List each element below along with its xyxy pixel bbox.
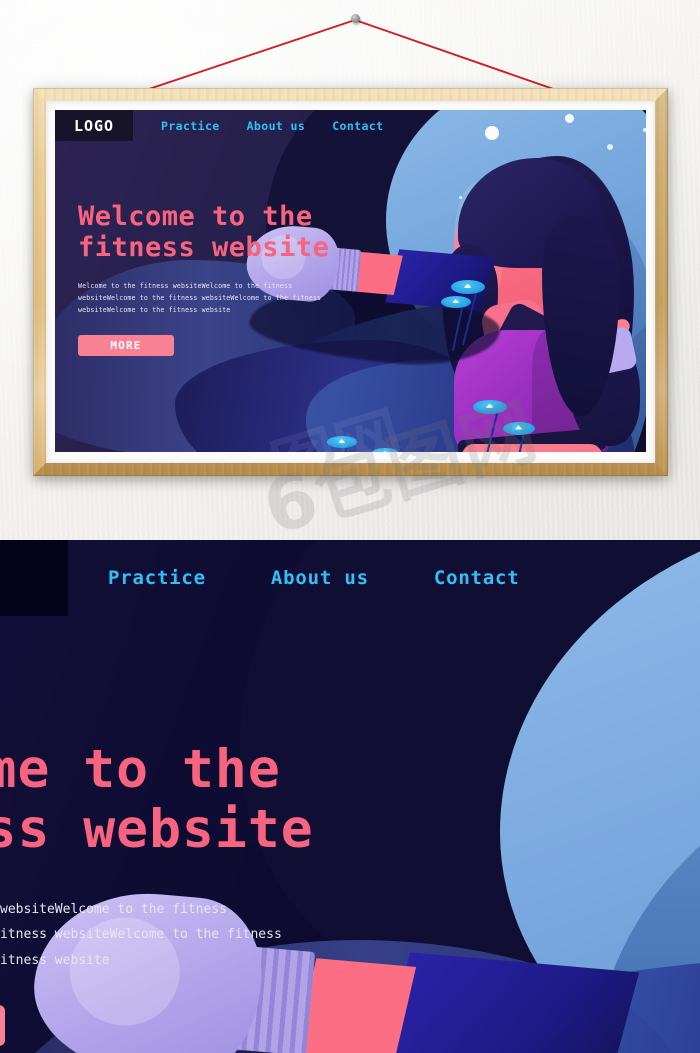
lilypad	[371, 448, 399, 452]
bubble-dot	[565, 114, 574, 123]
framed-banner-artwork: 包图网 LOGO Practice About us Contact Welco…	[55, 110, 646, 452]
lower-logo-badge[interactable]	[0, 540, 68, 616]
lower-nav-links: Practice About us Contact	[108, 540, 520, 616]
lower-hero-heading-line-1: Welcome to the	[0, 739, 281, 800]
lower-nav-link-contact[interactable]: Contact	[434, 567, 520, 589]
lower-nav-link-about-us[interactable]: About us	[271, 567, 369, 589]
hero-paragraph: Welcome to the fitness websiteWelcome to…	[78, 282, 322, 315]
lower-more-button[interactable]: MORE	[0, 1004, 5, 1046]
hero-heading-line-2: fitness website	[78, 231, 330, 263]
lilypad	[451, 280, 485, 294]
lower-nav-link-practice[interactable]: Practice	[108, 567, 206, 589]
lilypad	[503, 422, 535, 435]
logo-badge[interactable]: LOGO	[55, 110, 133, 141]
lilypad	[473, 400, 507, 414]
banner-navbar: LOGO Practice About us Contact	[55, 110, 383, 141]
wall-nail-icon	[351, 14, 360, 23]
nav-link-about-us[interactable]: About us	[247, 119, 306, 133]
lower-preview-panel: 包图网 Practice About us Contact Welcome to…	[0, 540, 700, 1053]
nav-links: Practice About us Contact	[161, 110, 383, 141]
nav-link-practice[interactable]: Practice	[161, 119, 220, 133]
lilypad	[441, 296, 471, 308]
hero-heading-line-1: Welcome to the	[78, 201, 313, 232]
lower-navbar: Practice About us Contact	[0, 540, 520, 616]
lilypad	[327, 436, 357, 448]
wooden-picture-frame: 包图网 LOGO Practice About us Contact Welco…	[33, 88, 668, 476]
hero-heading: Welcome to the fitness website	[78, 201, 378, 263]
lower-hero-heading-line-2: fitness website	[0, 799, 314, 861]
lower-hero-paragraph: Welcome to the fitness websiteWelcome to…	[0, 901, 282, 968]
frame-mat: 包图网 LOGO Practice About us Contact Welco…	[46, 101, 655, 463]
lower-hero-heading: Welcome to the fitness website	[0, 739, 380, 861]
nav-link-contact[interactable]: Contact	[332, 119, 383, 133]
torso	[462, 444, 602, 452]
bubble-dot	[643, 128, 646, 132]
hero-block: Welcome to the fitness website Welcome t…	[78, 201, 378, 356]
lower-hero-block: Welcome to the fitness website Welcome t…	[0, 739, 380, 1046]
more-button[interactable]: MORE	[78, 334, 174, 356]
